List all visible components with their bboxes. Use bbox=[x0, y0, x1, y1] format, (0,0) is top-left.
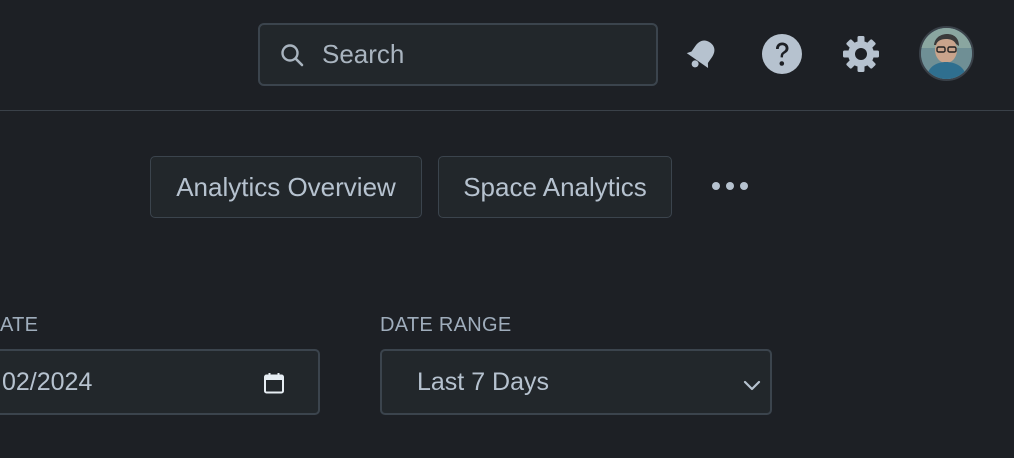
search-input[interactable]: Search bbox=[258, 23, 658, 86]
notification-bell-icon[interactable] bbox=[681, 33, 723, 75]
more-dot bbox=[712, 182, 720, 190]
app-page: Search Analytics Overview Space Analytic… bbox=[0, 0, 1014, 458]
user-avatar[interactable] bbox=[919, 26, 974, 81]
search-placeholder: Search bbox=[322, 39, 405, 69]
search-icon bbox=[278, 41, 306, 69]
top-navigation-bar: Search bbox=[0, 0, 1014, 111]
chevron-down-icon bbox=[742, 373, 762, 393]
date-range-select[interactable]: Last 7 Days bbox=[380, 349, 772, 415]
tab-analytics-overview[interactable]: Analytics Overview bbox=[150, 156, 422, 218]
more-dot bbox=[726, 182, 734, 190]
more-dot bbox=[740, 182, 748, 190]
more-horizontal-icon[interactable] bbox=[706, 174, 754, 198]
date-value: 02/2024 bbox=[2, 367, 93, 396]
date-label: ATE bbox=[0, 314, 39, 336]
date-range-value: Last 7 Days bbox=[417, 367, 550, 396]
help-icon[interactable] bbox=[761, 33, 803, 75]
calendar-icon[interactable] bbox=[262, 371, 286, 395]
settings-gear-icon[interactable] bbox=[840, 33, 882, 75]
date-range-label: DATE RANGE bbox=[380, 314, 512, 336]
date-input[interactable]: 02/2024 bbox=[0, 349, 320, 415]
tab-space-analytics[interactable]: Space Analytics bbox=[438, 156, 672, 218]
